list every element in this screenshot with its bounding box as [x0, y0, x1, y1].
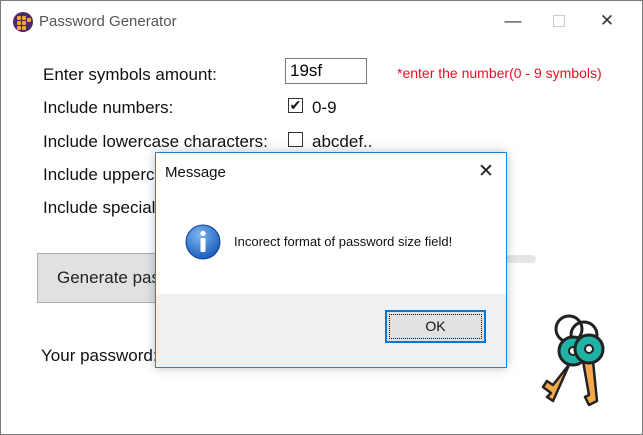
message-dialog: Message ✕ Incorect format of password si…	[155, 152, 507, 368]
include-lowercase-label: Include lowercase characters:	[43, 132, 268, 151]
lowercase-checkbox[interactable]	[288, 132, 303, 147]
include-uppercase-label: Include upperc	[43, 165, 155, 184]
your-password-label: Your password:	[41, 346, 158, 365]
symbols-warning-text: *enter the number(0 - 9 symbols)	[397, 65, 602, 81]
checkmark-icon: ✔	[289, 97, 302, 113]
generate-password-button[interactable]: Generate pas	[37, 253, 167, 303]
dialog-message: Incorect format of password size field!	[234, 234, 453, 249]
numbers-checkbox-label[interactable]: 0-9	[312, 98, 337, 118]
info-icon	[185, 224, 221, 260]
symbols-amount-input[interactable]: 19sf	[285, 58, 367, 84]
maximize-button[interactable]	[536, 1, 582, 41]
dialog-title: Message	[165, 164, 226, 181]
include-special-label: Include special	[43, 198, 156, 217]
ok-button[interactable]: OK	[385, 310, 486, 343]
dialog-close-button[interactable]: ✕	[474, 160, 498, 184]
maximize-icon	[553, 15, 565, 27]
symbols-amount-label: Enter symbols amount:	[43, 65, 217, 84]
slider-track[interactable]	[506, 255, 536, 263]
include-numbers-label: Include numbers:	[43, 98, 174, 117]
keys-icon	[541, 314, 605, 407]
minimize-button[interactable]: —	[490, 1, 536, 41]
lowercase-checkbox-label[interactable]: abcdef..	[312, 132, 373, 152]
numbers-checkbox[interactable]: ✔	[288, 98, 303, 113]
title-bar[interactable]: Password Generator — ✕	[1, 1, 642, 41]
close-button[interactable]: ✕	[584, 1, 630, 41]
window-title: Password Generator	[39, 13, 177, 30]
app-icon	[13, 12, 33, 32]
